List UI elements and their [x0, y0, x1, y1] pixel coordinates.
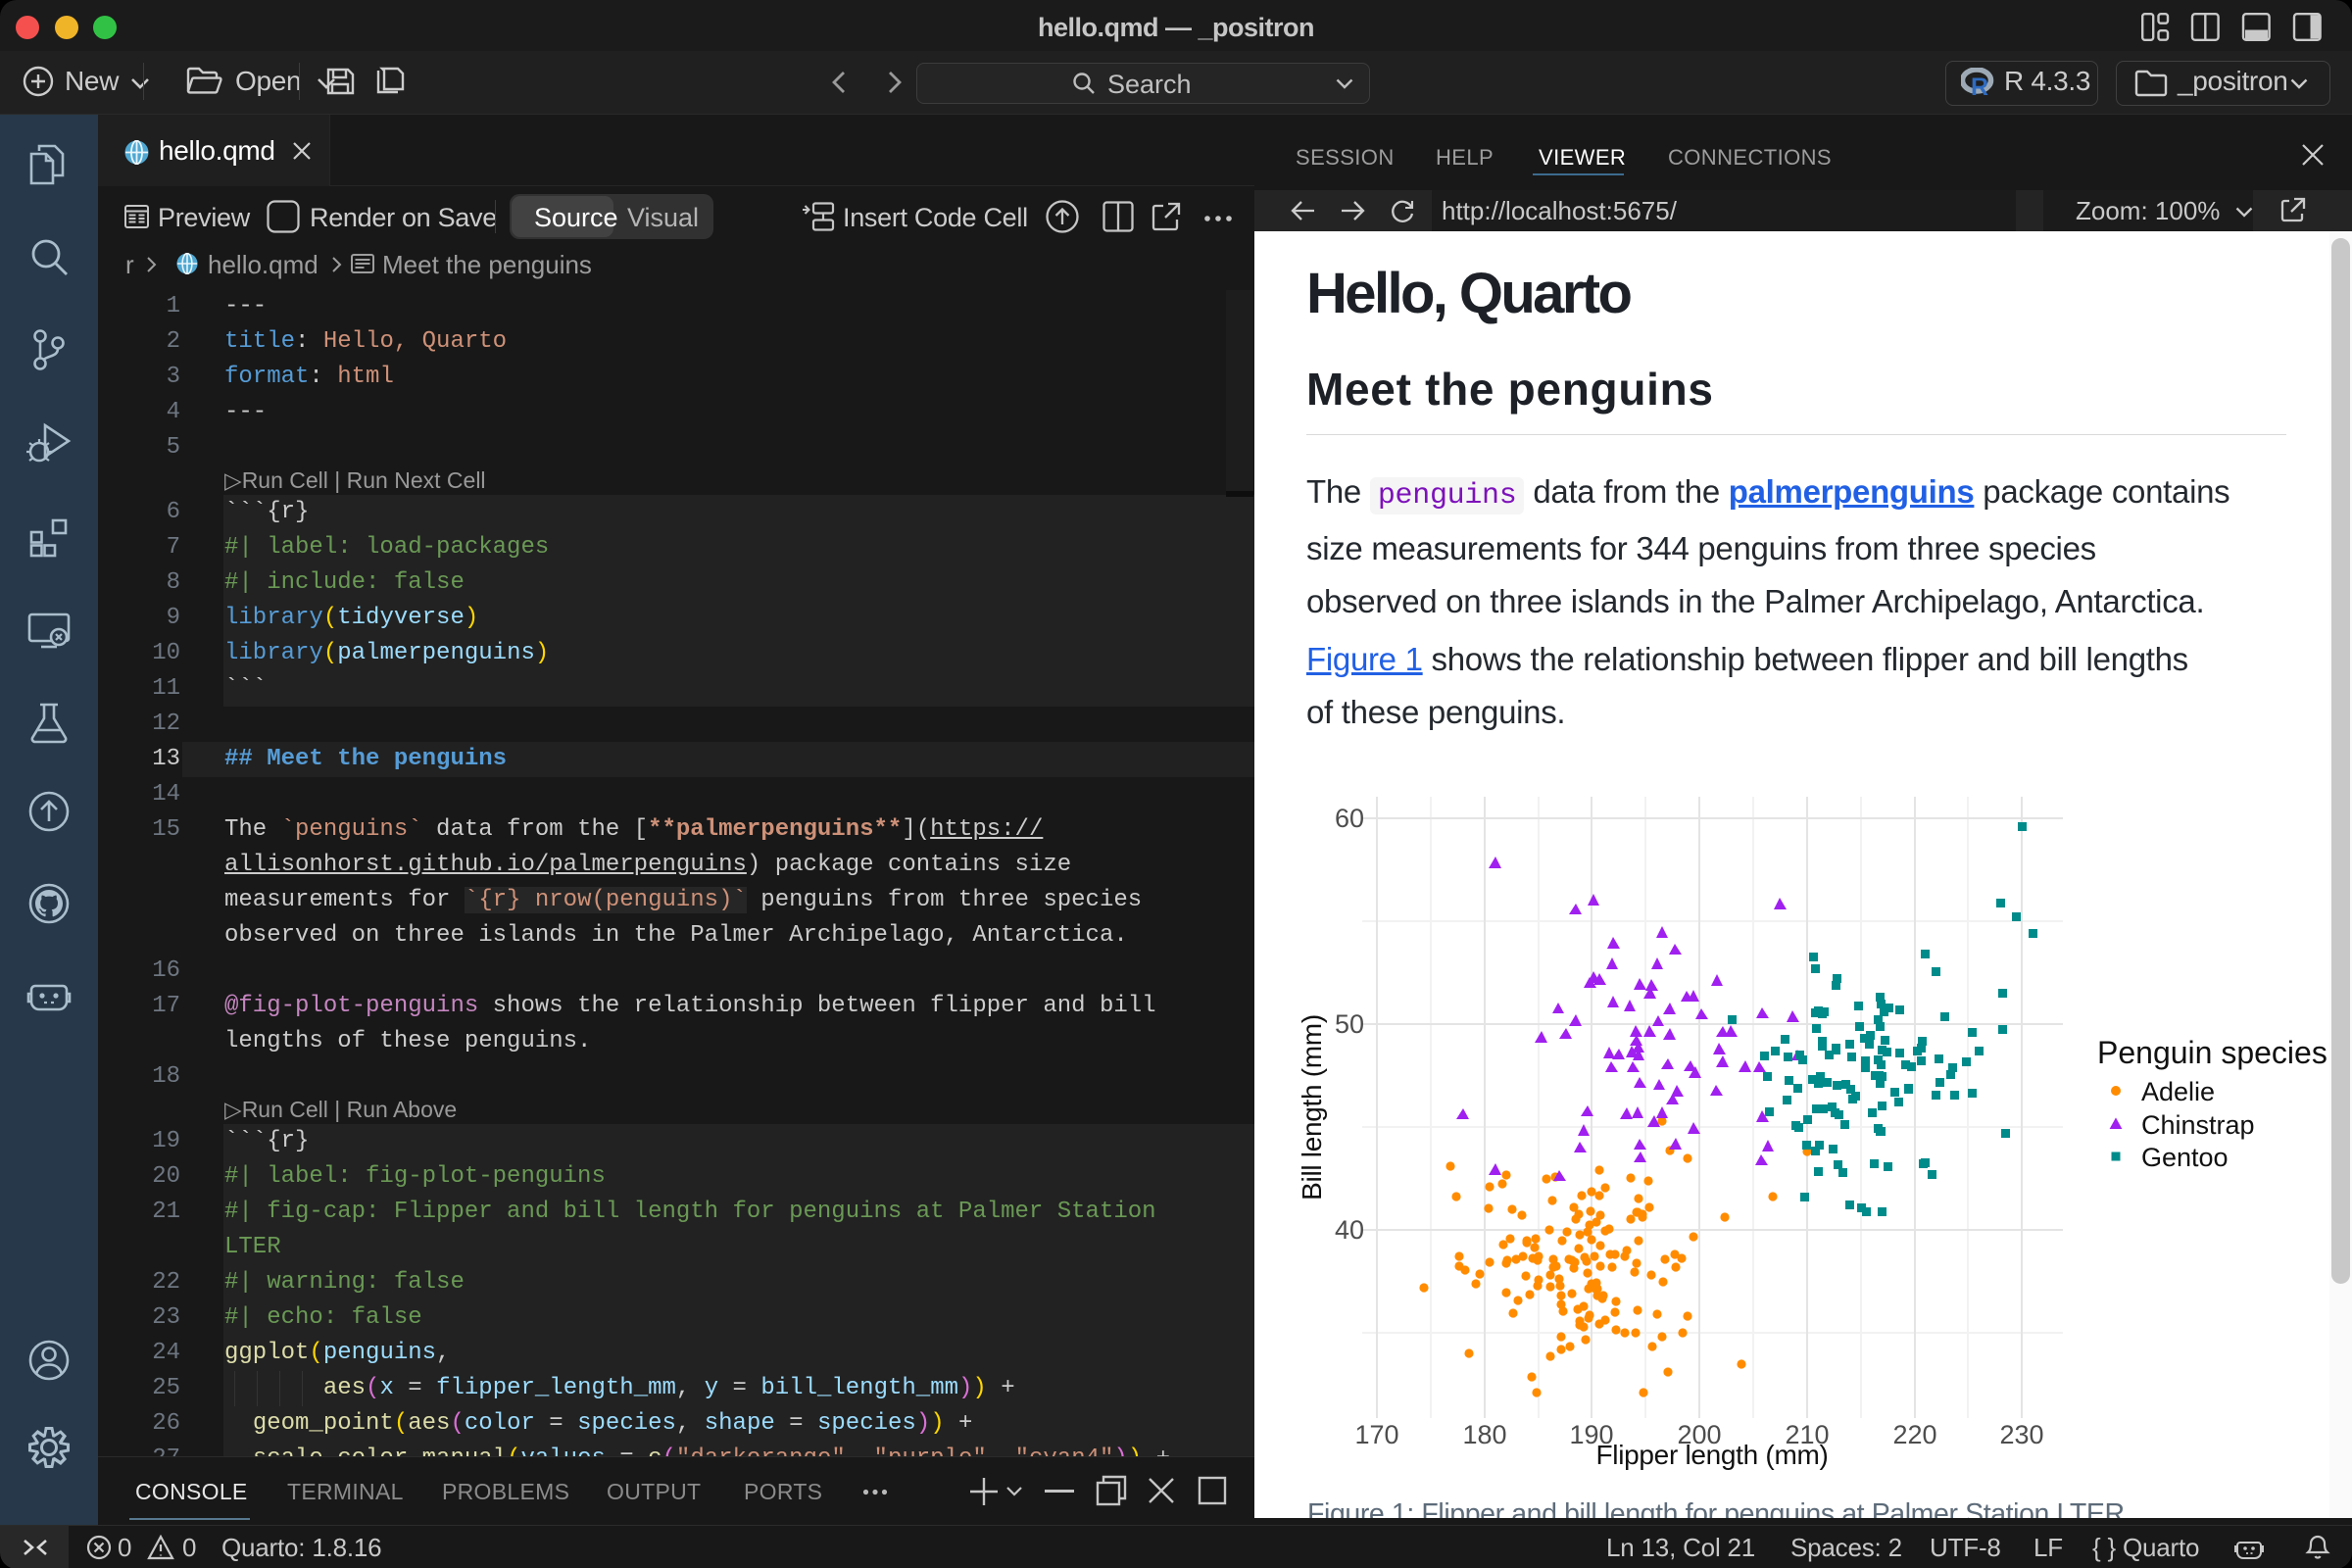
svg-text:230: 230	[1999, 1420, 2043, 1449]
svg-text:Penguin species: Penguin species	[2097, 1035, 2328, 1070]
svg-text:170: 170	[1354, 1420, 1398, 1449]
svg-text:220: 220	[1892, 1420, 1936, 1449]
svg-text:Flipper length (mm): Flipper length (mm)	[1595, 1440, 1828, 1470]
svg-text:40: 40	[1335, 1215, 1364, 1245]
svg-text:Gentoo: Gentoo	[2141, 1143, 2229, 1172]
svg-text:180: 180	[1462, 1420, 1506, 1449]
svg-text:60: 60	[1335, 804, 1364, 833]
svg-text:Bill length (mm): Bill length (mm)	[1297, 1014, 1327, 1200]
svg-text:R: R	[1971, 74, 1988, 97]
svg-text:Chinstrap: Chinstrap	[2141, 1110, 2255, 1140]
svg-text:50: 50	[1335, 1009, 1364, 1039]
svg-text:Adelie: Adelie	[2141, 1077, 2215, 1106]
